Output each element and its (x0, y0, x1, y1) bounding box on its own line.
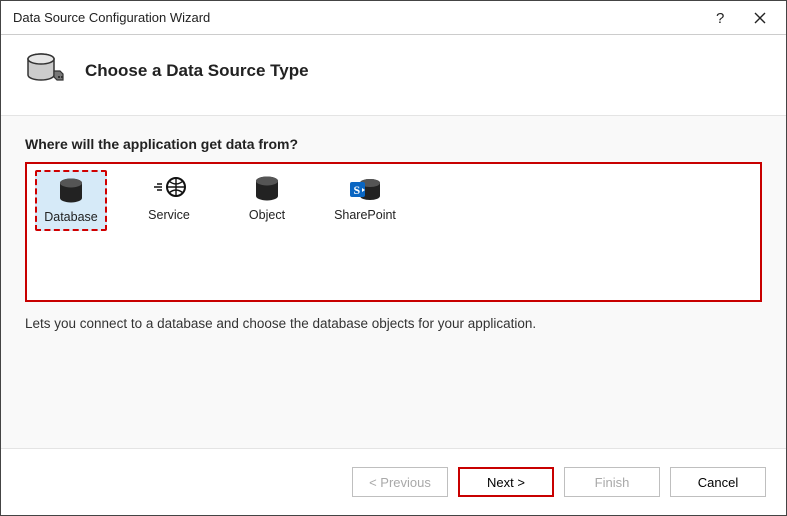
data-source-options: Database Service (25, 162, 762, 302)
option-service[interactable]: Service (133, 170, 205, 227)
prompt-text: Where will the application get data from… (25, 136, 762, 152)
option-label: Database (44, 210, 98, 224)
finish-button[interactable]: Finish (564, 467, 660, 497)
service-icon (152, 174, 186, 204)
titlebar: Data Source Configuration Wizard ? (1, 1, 786, 35)
close-button[interactable] (740, 4, 780, 32)
sharepoint-icon: S (348, 174, 382, 204)
option-label: Object (249, 208, 285, 222)
option-sharepoint[interactable]: S SharePoint (329, 170, 401, 227)
datasource-header-icon (23, 49, 67, 93)
header: Choose a Data Source Type (1, 35, 786, 115)
option-database[interactable]: Database (35, 170, 107, 231)
option-object[interactable]: Object (231, 170, 303, 227)
help-button[interactable]: ? (700, 4, 740, 32)
wizard-window: Data Source Configuration Wizard ? Choos… (0, 0, 787, 516)
svg-text:?: ? (716, 10, 724, 26)
option-description: Lets you connect to a database and choos… (25, 316, 762, 331)
previous-button[interactable]: < Previous (352, 467, 448, 497)
content-area: Where will the application get data from… (1, 115, 786, 449)
option-label: SharePoint (334, 208, 396, 222)
next-button[interactable]: Next > (458, 467, 554, 497)
header-title: Choose a Data Source Type (85, 61, 309, 81)
option-label: Service (148, 208, 190, 222)
svg-text:S: S (354, 183, 361, 197)
window-title: Data Source Configuration Wizard (13, 10, 700, 25)
footer: < Previous Next > Finish Cancel (1, 449, 786, 515)
database-icon (54, 176, 88, 206)
cancel-button[interactable]: Cancel (670, 467, 766, 497)
object-icon (250, 174, 284, 204)
